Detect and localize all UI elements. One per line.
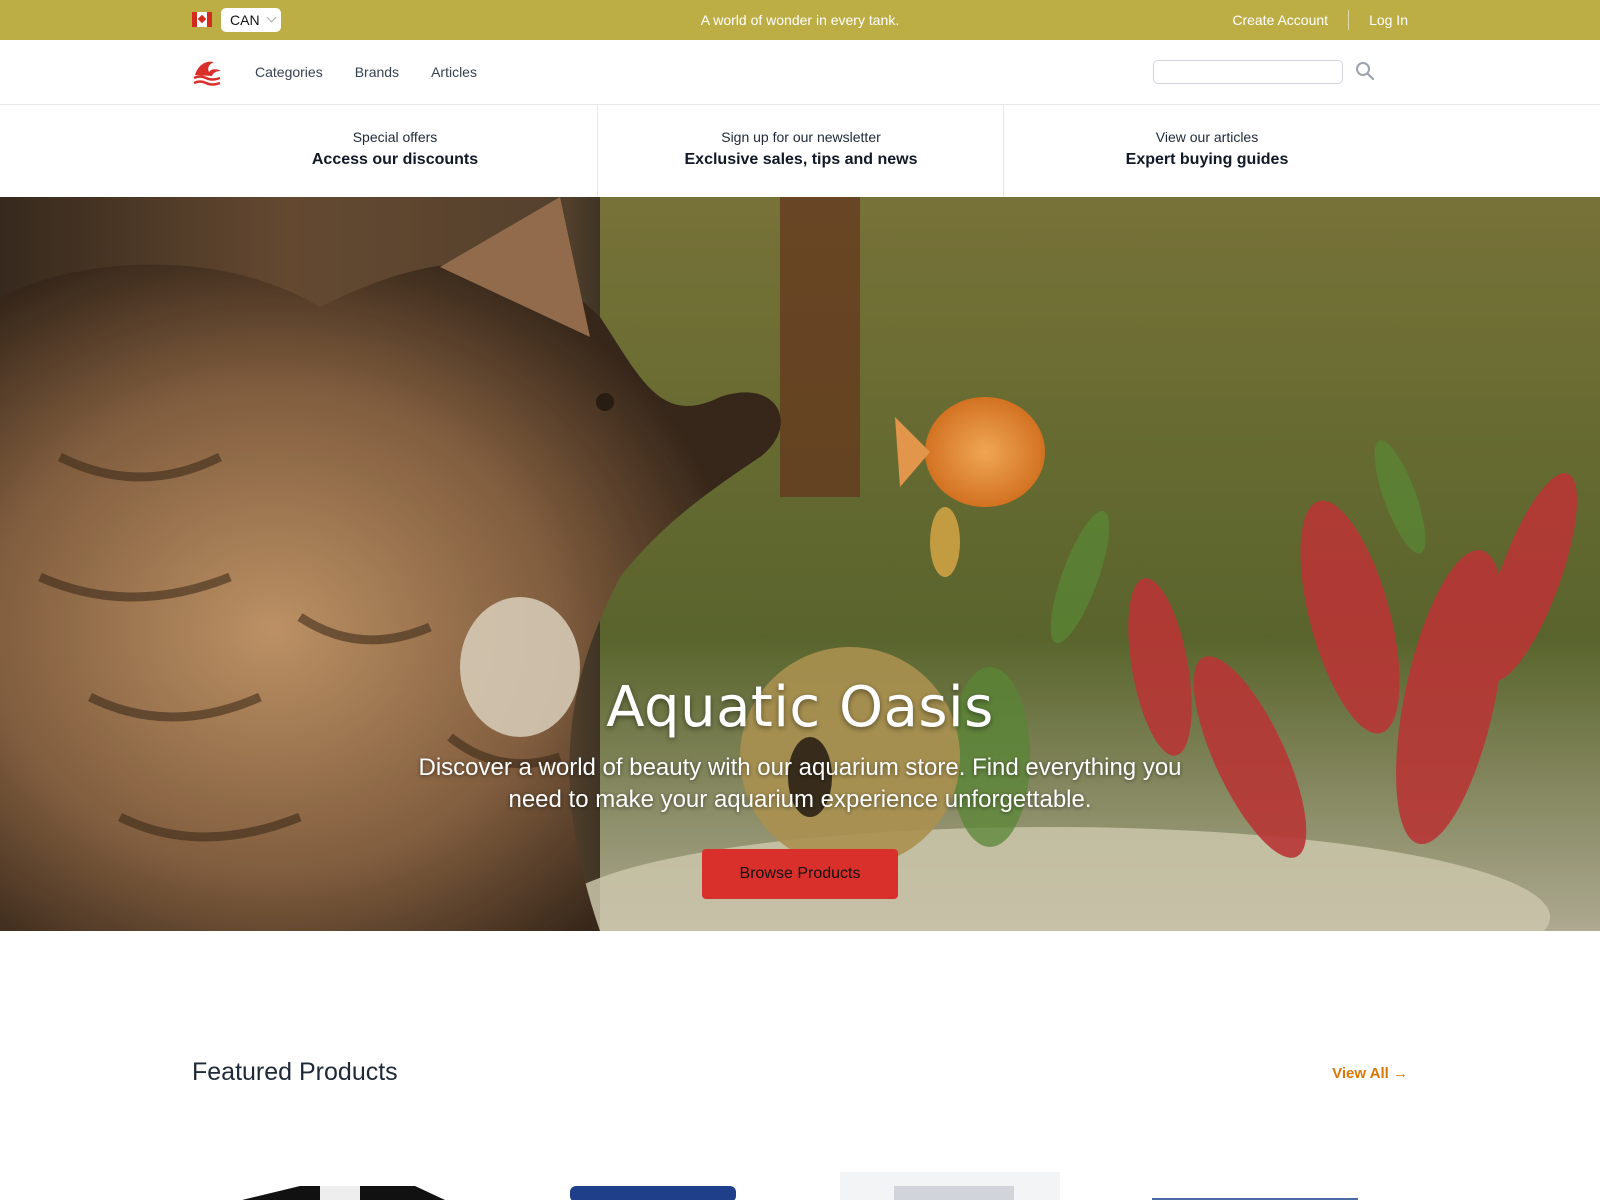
- view-all-link[interactable]: View All →: [1332, 1065, 1408, 1082]
- announcement-bar: CAN A world of wonder in every tank. Cre…: [0, 0, 1600, 40]
- search-input[interactable]: [1153, 60, 1343, 84]
- nav-categories[interactable]: Categories: [255, 64, 323, 80]
- promo-small-text: Sign up for our newsletter: [721, 129, 881, 145]
- hero-title: Aquatic Oasis: [606, 675, 994, 740]
- account-links: Create Account Log In: [1232, 0, 1408, 40]
- product-thumbnail[interactable]: [240, 1172, 450, 1200]
- product-thumbnail[interactable]: [840, 1172, 1060, 1200]
- announcement-bar-inner: CAN A world of wonder in every tank. Cre…: [192, 0, 1408, 40]
- hero-overlay: [0, 197, 1600, 931]
- search-button[interactable]: [1353, 60, 1377, 84]
- promo-headline: Exclusive sales, tips and news: [684, 151, 918, 168]
- promo-newsletter[interactable]: Sign up for our newsletter Exclusive sal…: [598, 105, 1004, 197]
- product-thumbnail[interactable]: [568, 1172, 738, 1200]
- create-account-link[interactable]: Create Account: [1232, 12, 1328, 28]
- promo-small-text: Special offers: [352, 129, 438, 145]
- main-nav: Categories Brands Articles: [0, 40, 1600, 105]
- search-icon: [1356, 61, 1375, 80]
- nav-links: Categories Brands Articles: [255, 40, 477, 104]
- browse-products-button[interactable]: Browse Products: [702, 849, 898, 899]
- promo-discounts[interactable]: Special offers Access our discounts: [192, 105, 598, 197]
- promo-headline: Expert buying guides: [1125, 151, 1289, 168]
- product-thumbnail[interactable]: [1150, 1172, 1360, 1200]
- hero-subtitle: Discover a world of beauty with our aqua…: [418, 754, 1182, 813]
- wave-logo-icon[interactable]: [192, 57, 224, 87]
- nav-articles[interactable]: Articles: [431, 64, 477, 80]
- divider: [1348, 10, 1350, 30]
- featured-products-title: Featured Products: [192, 1058, 398, 1086]
- promo-strip: Special offers Access our discounts Sign…: [0, 105, 1600, 197]
- promo-small-text: View our articles: [1155, 129, 1259, 145]
- log-in-link[interactable]: Log In: [1369, 12, 1408, 28]
- nav-brands[interactable]: Brands: [355, 64, 399, 80]
- promo-headline: Access our discounts: [311, 151, 479, 168]
- hero-banner: Aquatic Oasis Discover a world of beauty…: [0, 197, 1600, 931]
- tagline: A world of wonder in every tank.: [700, 12, 900, 28]
- promo-articles[interactable]: View our articles Expert buying guides: [1004, 105, 1410, 197]
